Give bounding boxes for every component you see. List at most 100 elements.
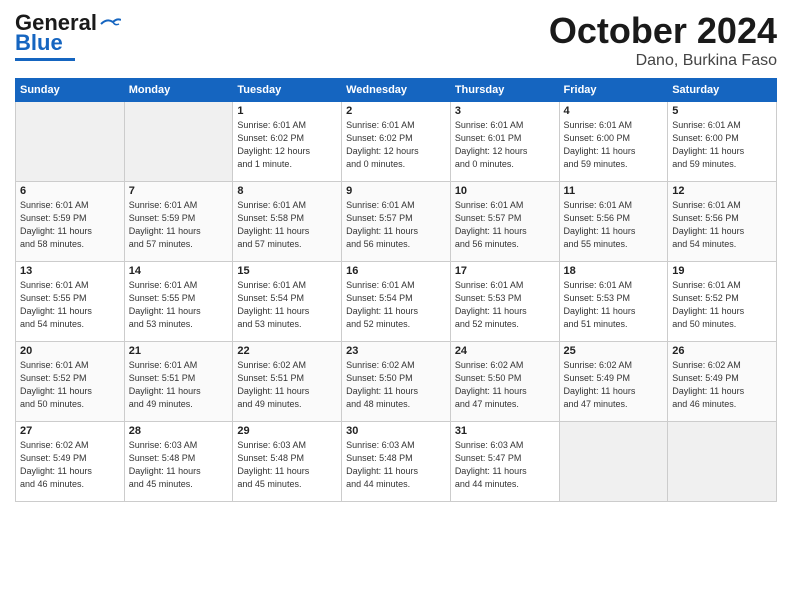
day-number: 31 bbox=[455, 425, 555, 437]
day-info: Sunrise: 6:01 AM Sunset: 5:58 PM Dayligh… bbox=[237, 199, 337, 251]
day-info: Sunrise: 6:01 AM Sunset: 5:57 PM Dayligh… bbox=[455, 199, 555, 251]
day-number: 20 bbox=[20, 345, 120, 357]
calendar-week-3: 20Sunrise: 6:01 AM Sunset: 5:52 PM Dayli… bbox=[16, 342, 777, 422]
day-info: Sunrise: 6:01 AM Sunset: 5:55 PM Dayligh… bbox=[20, 279, 120, 331]
day-info: Sunrise: 6:02 AM Sunset: 5:50 PM Dayligh… bbox=[455, 359, 555, 411]
calendar-week-1: 6 Sunrise: 6:01 AM Sunset: 5:59 PM Daylig… bbox=[16, 182, 777, 262]
day-info: Sunrise: 6:01 AM Sunset: 5:53 PM Dayligh… bbox=[455, 279, 555, 331]
calendar-cell: 11 Sunrise: 6:01 AM Sunset: 5:56 PM Dayli… bbox=[559, 182, 668, 262]
day-number: 8 bbox=[237, 185, 337, 197]
calendar-cell: 13 Sunrise: 6:01 AM Sunset: 5:55 PM Dayli… bbox=[16, 262, 125, 342]
day-number: 25 bbox=[564, 345, 664, 357]
calendar-cell: 23 Sunrise: 6:02 AM Sunset: 5:50 PM Dayli… bbox=[342, 342, 451, 422]
calendar-cell: 17Sunrise: 6:01 AM Sunset: 5:53 PM Dayli… bbox=[450, 262, 559, 342]
calendar-cell: 10 Sunrise: 6:01 AM Sunset: 5:57 PM Dayli… bbox=[450, 182, 559, 262]
calendar-cell bbox=[16, 102, 125, 182]
logo-underline bbox=[15, 58, 75, 61]
day-info: Sunrise: 6:02 AM Sunset: 5:49 PM Dayligh… bbox=[672, 359, 772, 411]
day-info: Sunrise: 6:01 AM Sunset: 6:00 PM Dayligh… bbox=[672, 119, 772, 171]
calendar-cell: 19Sunrise: 6:01 AM Sunset: 5:52 PM Dayli… bbox=[668, 262, 777, 342]
day-info: Sunrise: 6:02 AM Sunset: 5:49 PM Dayligh… bbox=[20, 439, 120, 491]
day-number: 22 bbox=[237, 345, 337, 357]
day-info: Sunrise: 6:01 AM Sunset: 6:02 PM Dayligh… bbox=[237, 119, 337, 171]
day-number: 5 bbox=[672, 105, 772, 117]
logo-bird-icon bbox=[99, 16, 121, 32]
day-info: Sunrise: 6:01 AM Sunset: 5:56 PM Dayligh… bbox=[672, 199, 772, 251]
location-title: Dano, Burkina Faso bbox=[549, 52, 777, 70]
day-number: 19 bbox=[672, 265, 772, 277]
day-info: Sunrise: 6:02 AM Sunset: 5:50 PM Dayligh… bbox=[346, 359, 446, 411]
day-info: Sunrise: 6:01 AM Sunset: 5:51 PM Dayligh… bbox=[129, 359, 229, 411]
calendar-cell: 31 Sunrise: 6:03 AM Sunset: 5:47 PM Dayli… bbox=[450, 422, 559, 502]
calendar-week-2: 13 Sunrise: 6:01 AM Sunset: 5:55 PM Dayli… bbox=[16, 262, 777, 342]
calendar-cell: 15 Sunrise: 6:01 AM Sunset: 5:54 PM Dayli… bbox=[233, 262, 342, 342]
weekday-header-monday: Monday bbox=[124, 79, 233, 102]
day-info: Sunrise: 6:01 AM Sunset: 6:01 PM Dayligh… bbox=[455, 119, 555, 171]
calendar-week-0: 1Sunrise: 6:01 AM Sunset: 6:02 PM Daylig… bbox=[16, 102, 777, 182]
day-number: 30 bbox=[346, 425, 446, 437]
day-number: 18 bbox=[564, 265, 664, 277]
calendar-cell bbox=[668, 422, 777, 502]
calendar-cell: 24 Sunrise: 6:02 AM Sunset: 5:50 PM Dayli… bbox=[450, 342, 559, 422]
day-info: Sunrise: 6:02 AM Sunset: 5:49 PM Dayligh… bbox=[564, 359, 664, 411]
logo-blue: Blue bbox=[15, 30, 63, 56]
day-info: Sunrise: 6:03 AM Sunset: 5:48 PM Dayligh… bbox=[237, 439, 337, 491]
day-number: 14 bbox=[129, 265, 229, 277]
page-container: General Blue October 2024 Dano, Burkina … bbox=[0, 0, 792, 510]
calendar-cell: 29 Sunrise: 6:03 AM Sunset: 5:48 PM Dayli… bbox=[233, 422, 342, 502]
day-number: 4 bbox=[564, 105, 664, 117]
day-info: Sunrise: 6:03 AM Sunset: 5:48 PM Dayligh… bbox=[129, 439, 229, 491]
calendar-cell: 27 Sunrise: 6:02 AM Sunset: 5:49 PM Dayli… bbox=[16, 422, 125, 502]
day-info: Sunrise: 6:01 AM Sunset: 5:55 PM Dayligh… bbox=[129, 279, 229, 331]
day-info: Sunrise: 6:01 AM Sunset: 6:00 PM Dayligh… bbox=[564, 119, 664, 171]
day-number: 29 bbox=[237, 425, 337, 437]
day-number: 9 bbox=[346, 185, 446, 197]
day-number: 6 bbox=[20, 185, 120, 197]
day-number: 27 bbox=[20, 425, 120, 437]
day-number: 11 bbox=[564, 185, 664, 197]
day-info: Sunrise: 6:01 AM Sunset: 5:57 PM Dayligh… bbox=[346, 199, 446, 251]
day-number: 7 bbox=[129, 185, 229, 197]
day-number: 12 bbox=[672, 185, 772, 197]
calendar-cell: 6 Sunrise: 6:01 AM Sunset: 5:59 PM Daylig… bbox=[16, 182, 125, 262]
day-info: Sunrise: 6:01 AM Sunset: 5:54 PM Dayligh… bbox=[237, 279, 337, 331]
calendar-cell: 16 Sunrise: 6:01 AM Sunset: 5:54 PM Dayli… bbox=[342, 262, 451, 342]
calendar-cell: 26 Sunrise: 6:02 AM Sunset: 5:49 PM Dayli… bbox=[668, 342, 777, 422]
calendar-cell: 2Sunrise: 6:01 AM Sunset: 6:02 PM Daylig… bbox=[342, 102, 451, 182]
weekday-header-tuesday: Tuesday bbox=[233, 79, 342, 102]
day-number: 15 bbox=[237, 265, 337, 277]
calendar-cell: 20Sunrise: 6:01 AM Sunset: 5:52 PM Dayli… bbox=[16, 342, 125, 422]
day-number: 24 bbox=[455, 345, 555, 357]
weekday-header-wednesday: Wednesday bbox=[342, 79, 451, 102]
day-number: 23 bbox=[346, 345, 446, 357]
day-number: 28 bbox=[129, 425, 229, 437]
calendar-cell: 8 Sunrise: 6:01 AM Sunset: 5:58 PM Daylig… bbox=[233, 182, 342, 262]
day-number: 21 bbox=[129, 345, 229, 357]
day-number: 26 bbox=[672, 345, 772, 357]
day-number: 16 bbox=[346, 265, 446, 277]
day-info: Sunrise: 6:02 AM Sunset: 5:51 PM Dayligh… bbox=[237, 359, 337, 411]
calendar-body: 1Sunrise: 6:01 AM Sunset: 6:02 PM Daylig… bbox=[16, 102, 777, 502]
calendar-cell: 22 Sunrise: 6:02 AM Sunset: 5:51 PM Dayli… bbox=[233, 342, 342, 422]
calendar-cell: 9 Sunrise: 6:01 AM Sunset: 5:57 PM Daylig… bbox=[342, 182, 451, 262]
weekday-header-thursday: Thursday bbox=[450, 79, 559, 102]
calendar-cell: 7Sunrise: 6:01 AM Sunset: 5:59 PM Daylig… bbox=[124, 182, 233, 262]
calendar-cell: 30 Sunrise: 6:03 AM Sunset: 5:48 PM Dayli… bbox=[342, 422, 451, 502]
day-number: 3 bbox=[455, 105, 555, 117]
calendar-cell: 21 Sunrise: 6:01 AM Sunset: 5:51 PM Dayli… bbox=[124, 342, 233, 422]
calendar-cell: 4 Sunrise: 6:01 AM Sunset: 6:00 PM Daylig… bbox=[559, 102, 668, 182]
day-info: Sunrise: 6:03 AM Sunset: 5:47 PM Dayligh… bbox=[455, 439, 555, 491]
weekday-header-row: SundayMondayTuesdayWednesdayThursdayFrid… bbox=[16, 79, 777, 102]
day-number: 10 bbox=[455, 185, 555, 197]
day-info: Sunrise: 6:01 AM Sunset: 5:56 PM Dayligh… bbox=[564, 199, 664, 251]
day-info: Sunrise: 6:01 AM Sunset: 5:54 PM Dayligh… bbox=[346, 279, 446, 331]
day-info: Sunrise: 6:01 AM Sunset: 5:59 PM Dayligh… bbox=[20, 199, 120, 251]
calendar-table: SundayMondayTuesdayWednesdayThursdayFrid… bbox=[15, 78, 777, 502]
day-info: Sunrise: 6:03 AM Sunset: 5:48 PM Dayligh… bbox=[346, 439, 446, 491]
calendar-week-4: 27 Sunrise: 6:02 AM Sunset: 5:49 PM Dayli… bbox=[16, 422, 777, 502]
calendar-cell: 18 Sunrise: 6:01 AM Sunset: 5:53 PM Dayli… bbox=[559, 262, 668, 342]
calendar-cell: 1Sunrise: 6:01 AM Sunset: 6:02 PM Daylig… bbox=[233, 102, 342, 182]
calendar-cell: 12 Sunrise: 6:01 AM Sunset: 5:56 PM Dayli… bbox=[668, 182, 777, 262]
day-number: 13 bbox=[20, 265, 120, 277]
day-info: Sunrise: 6:01 AM Sunset: 5:53 PM Dayligh… bbox=[564, 279, 664, 331]
